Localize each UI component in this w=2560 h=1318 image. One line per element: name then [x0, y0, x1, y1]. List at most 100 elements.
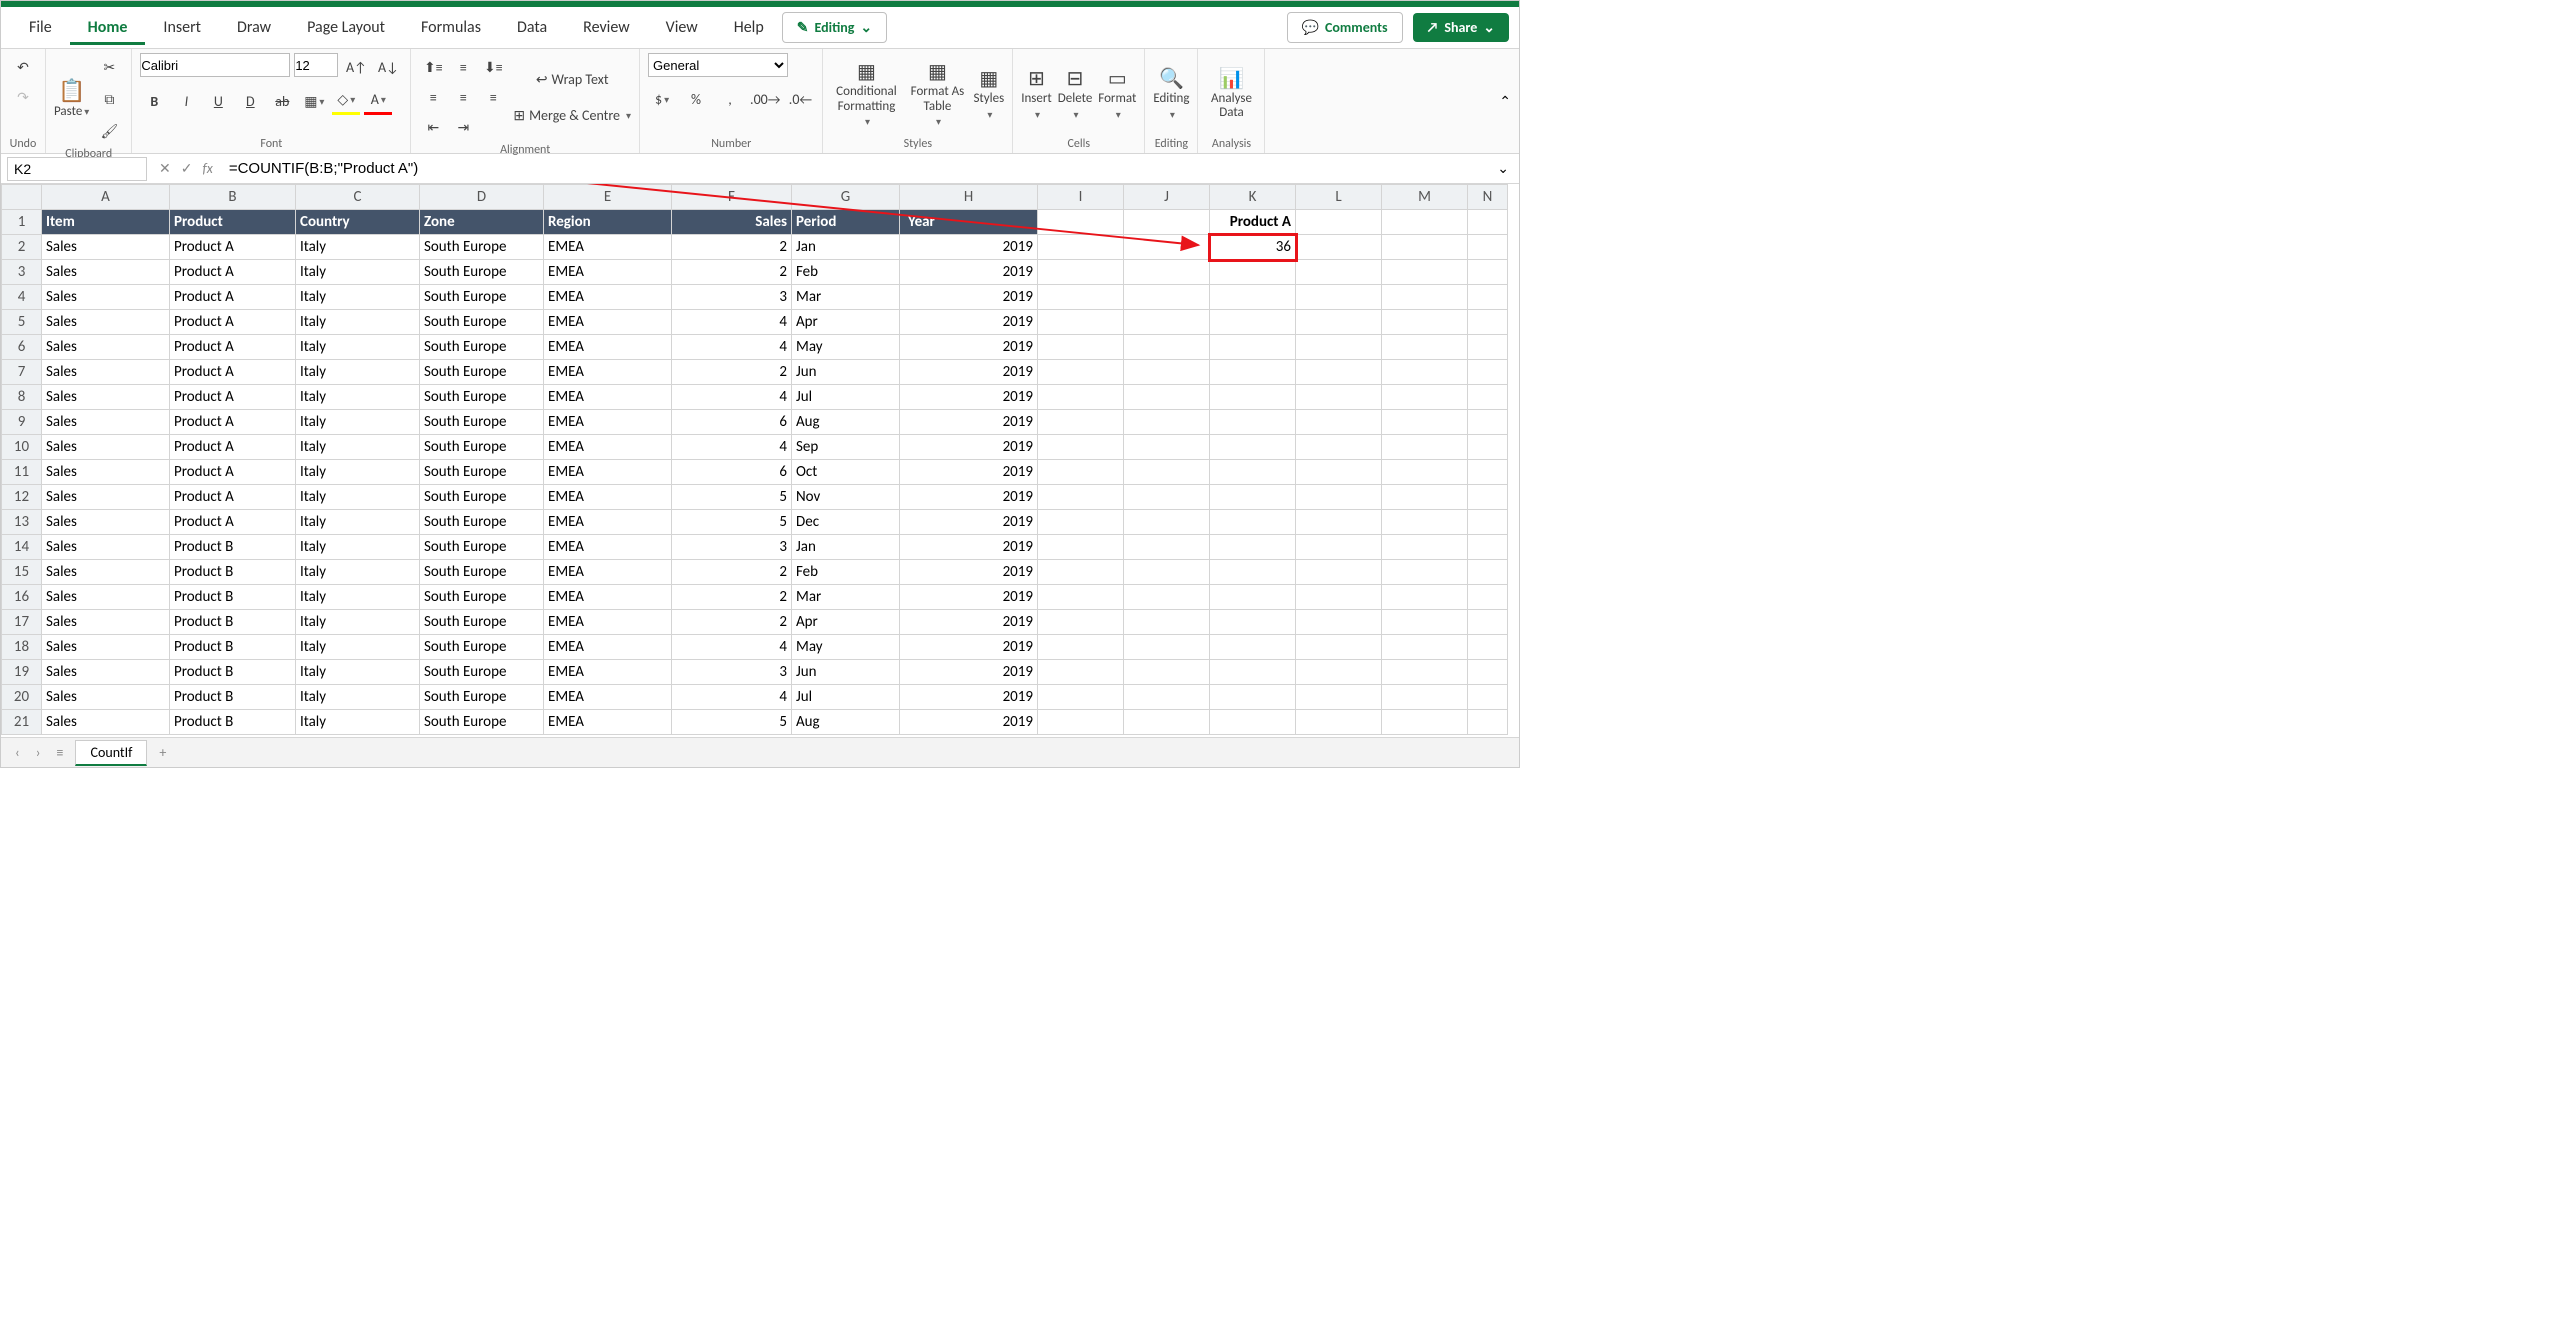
cell-D4[interactable]: South Europe: [420, 285, 544, 310]
cell-F9[interactable]: 6: [672, 410, 792, 435]
col-head-I[interactable]: I: [1038, 185, 1124, 210]
cell-I11[interactable]: [1038, 460, 1124, 485]
cell-E11[interactable]: EMEA: [544, 460, 672, 485]
cell-A10[interactable]: Sales: [42, 435, 170, 460]
cell-K4[interactable]: [1210, 285, 1296, 310]
cell-H6[interactable]: 2019: [900, 335, 1038, 360]
col-head-G[interactable]: G: [792, 185, 900, 210]
cell-H21[interactable]: 2019: [900, 710, 1038, 735]
cell-L2[interactable]: [1296, 235, 1382, 260]
cell-C18[interactable]: Italy: [296, 635, 420, 660]
expand-formula-bar-button[interactable]: ⌄: [1487, 160, 1519, 177]
cell-C1[interactable]: Country: [296, 210, 420, 235]
cell-D12[interactable]: South Europe: [420, 485, 544, 510]
row-head-21[interactable]: 21: [2, 710, 42, 735]
cell-D17[interactable]: South Europe: [420, 610, 544, 635]
sheet-tab[interactable]: CountIf: [75, 740, 147, 766]
font-size-select[interactable]: [294, 53, 338, 77]
cell-E4[interactable]: EMEA: [544, 285, 672, 310]
cell-A19[interactable]: Sales: [42, 660, 170, 685]
cell-D3[interactable]: South Europe: [420, 260, 544, 285]
cell-J14[interactable]: [1124, 535, 1210, 560]
cell-A12[interactable]: Sales: [42, 485, 170, 510]
row-head-2[interactable]: 2: [2, 235, 42, 260]
cell-N5[interactable]: [1468, 310, 1508, 335]
cell-A5[interactable]: Sales: [42, 310, 170, 335]
cell-M9[interactable]: [1382, 410, 1468, 435]
cell-E9[interactable]: EMEA: [544, 410, 672, 435]
editing-group-button[interactable]: 🔍Editing: [1153, 68, 1189, 119]
cell-B21[interactable]: Product B: [170, 710, 296, 735]
cell-D5[interactable]: South Europe: [420, 310, 544, 335]
cell-K7[interactable]: [1210, 360, 1296, 385]
col-head-E[interactable]: E: [544, 185, 672, 210]
cell-D1[interactable]: Zone: [420, 210, 544, 235]
cell-G4[interactable]: Mar: [792, 285, 900, 310]
cell-A4[interactable]: Sales: [42, 285, 170, 310]
cell-N4[interactable]: [1468, 285, 1508, 310]
cell-E16[interactable]: EMEA: [544, 585, 672, 610]
cell-H18[interactable]: 2019: [900, 635, 1038, 660]
cell-A11[interactable]: Sales: [42, 460, 170, 485]
cell-M19[interactable]: [1382, 660, 1468, 685]
cell-C2[interactable]: Italy: [296, 235, 420, 260]
cell-L10[interactable]: [1296, 435, 1382, 460]
border-button[interactable]: ▦: [300, 87, 328, 115]
cell-I8[interactable]: [1038, 385, 1124, 410]
cell-H12[interactable]: 2019: [900, 485, 1038, 510]
cell-L21[interactable]: [1296, 710, 1382, 735]
row-head-15[interactable]: 15: [2, 560, 42, 585]
double-underline-button[interactable]: D: [236, 87, 264, 115]
cell-H9[interactable]: 2019: [900, 410, 1038, 435]
copy-button[interactable]: ⧉: [95, 85, 123, 113]
cell-A1[interactable]: Item: [42, 210, 170, 235]
cell-E10[interactable]: EMEA: [544, 435, 672, 460]
cell-F11[interactable]: 6: [672, 460, 792, 485]
cell-C11[interactable]: Italy: [296, 460, 420, 485]
fill-color-button[interactable]: ◇: [332, 87, 360, 115]
row-head-8[interactable]: 8: [2, 385, 42, 410]
cell-N10[interactable]: [1468, 435, 1508, 460]
cell-J5[interactable]: [1124, 310, 1210, 335]
cell-M16[interactable]: [1382, 585, 1468, 610]
cell-C3[interactable]: Italy: [296, 260, 420, 285]
font-color-button[interactable]: A: [364, 87, 392, 115]
row-head-14[interactable]: 14: [2, 535, 42, 560]
cell-D18[interactable]: South Europe: [420, 635, 544, 660]
cell-N17[interactable]: [1468, 610, 1508, 635]
cell-L20[interactable]: [1296, 685, 1382, 710]
cell-B12[interactable]: Product A: [170, 485, 296, 510]
cell-C12[interactable]: Italy: [296, 485, 420, 510]
cell-F6[interactable]: 4: [672, 335, 792, 360]
increase-decimal-button[interactable]: .00→: [750, 85, 780, 113]
cell-I5[interactable]: [1038, 310, 1124, 335]
cell-G1[interactable]: Period: [792, 210, 900, 235]
cell-I3[interactable]: [1038, 260, 1124, 285]
cell-C6[interactable]: Italy: [296, 335, 420, 360]
cell-D21[interactable]: South Europe: [420, 710, 544, 735]
cell-E19[interactable]: EMEA: [544, 660, 672, 685]
cell-I21[interactable]: [1038, 710, 1124, 735]
cell-N12[interactable]: [1468, 485, 1508, 510]
cell-K8[interactable]: [1210, 385, 1296, 410]
cell-N21[interactable]: [1468, 710, 1508, 735]
cell-E21[interactable]: EMEA: [544, 710, 672, 735]
cell-N20[interactable]: [1468, 685, 1508, 710]
cell-I10[interactable]: [1038, 435, 1124, 460]
collapse-ribbon-button[interactable]: ⌃: [1491, 49, 1519, 153]
cell-K5[interactable]: [1210, 310, 1296, 335]
cell-N14[interactable]: [1468, 535, 1508, 560]
cell-F8[interactable]: 4: [672, 385, 792, 410]
cell-B7[interactable]: Product A: [170, 360, 296, 385]
cell-N13[interactable]: [1468, 510, 1508, 535]
col-head-A[interactable]: A: [42, 185, 170, 210]
align-bottom-button[interactable]: ⬇≡: [479, 53, 507, 81]
cell-G9[interactable]: Aug: [792, 410, 900, 435]
cell-J1[interactable]: [1124, 210, 1210, 235]
col-head-M[interactable]: M: [1382, 185, 1468, 210]
menu-view[interactable]: View: [648, 10, 716, 45]
cell-A21[interactable]: Sales: [42, 710, 170, 735]
cell-H10[interactable]: 2019: [900, 435, 1038, 460]
cell-K17[interactable]: [1210, 610, 1296, 635]
align-center-button[interactable]: ≡: [449, 83, 477, 111]
